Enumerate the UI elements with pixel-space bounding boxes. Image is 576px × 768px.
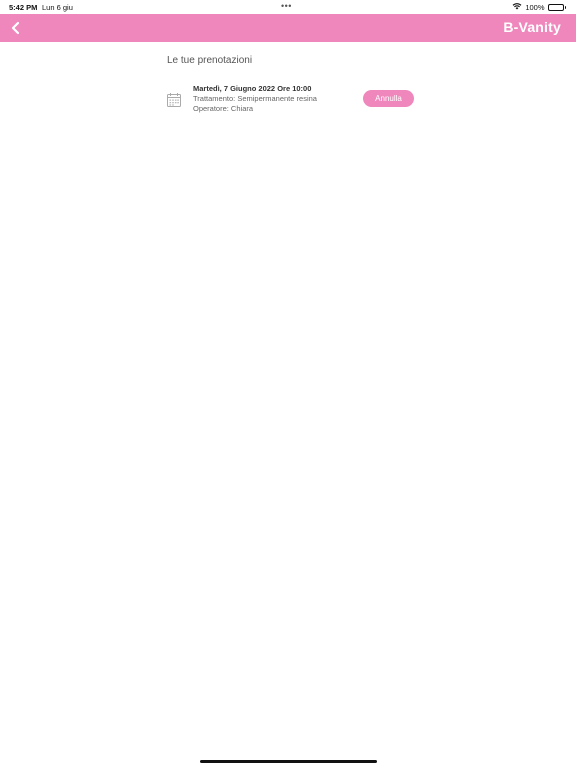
- booking-treatment: Trattamento: Semipermanente resina: [193, 94, 317, 103]
- battery-icon: [547, 3, 564, 11]
- calendar-icon: [166, 92, 182, 108]
- section-title: Le tue prenotazioni: [167, 55, 253, 66]
- home-indicator[interactable]: [200, 760, 377, 763]
- status-date: Lun 6 giu: [42, 3, 73, 12]
- battery-tip: [564, 5, 566, 9]
- status-bar: 5:42 PM Lun 6 giu ••• 100%: [0, 0, 576, 14]
- booking-item: Martedì, 7 Giugno 2022 Ore 10:00 Trattam…: [166, 83, 416, 117]
- booking-operator: Operatore: Chiara: [193, 104, 254, 113]
- wifi-icon: [512, 2, 522, 12]
- app-title: B-Vanity: [503, 19, 561, 35]
- back-button[interactable]: [6, 18, 26, 38]
- status-time: 5:42 PM: [9, 3, 38, 12]
- multitasking-dots[interactable]: •••: [281, 1, 292, 11]
- nav-bar: B-Vanity: [0, 14, 576, 42]
- booking-date: Martedì, 7 Giugno 2022 Ore 10:00: [193, 84, 312, 93]
- battery-percent: 100%: [525, 2, 545, 12]
- status-right: 100%: [512, 2, 566, 12]
- chevron-left-icon: [11, 21, 20, 35]
- cancel-booking-button[interactable]: Annulla: [363, 90, 414, 107]
